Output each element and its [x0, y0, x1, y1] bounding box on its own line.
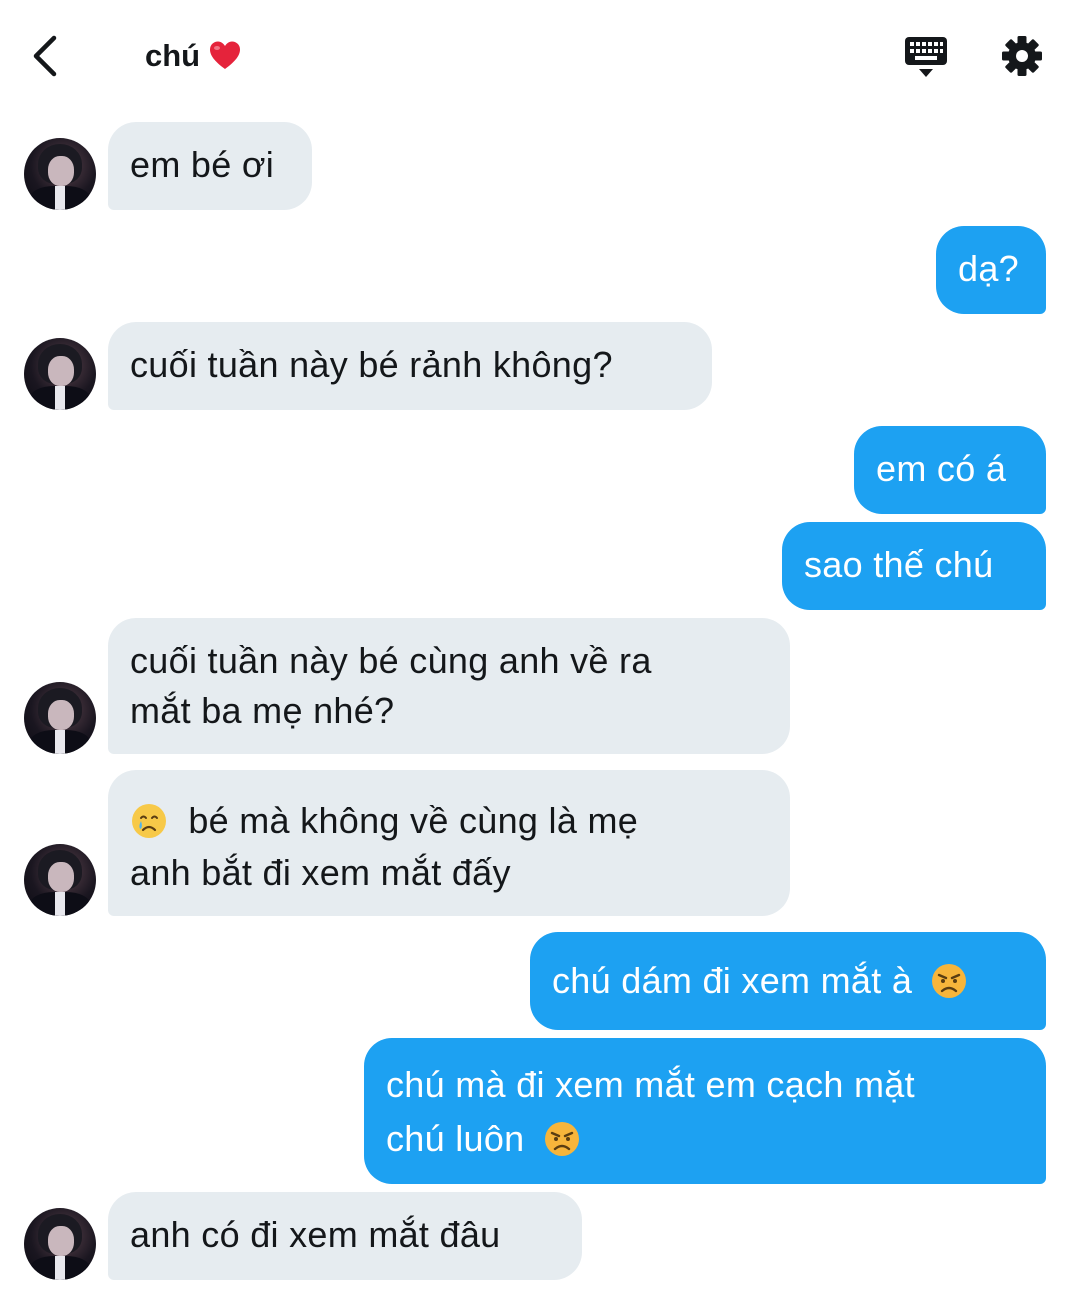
message-text-line: cuối tuần này bé cùng anh về ra	[130, 640, 652, 681]
contact-avatar[interactable]	[24, 844, 96, 916]
message-text: em có á	[876, 448, 1007, 489]
contact-avatar[interactable]	[24, 138, 96, 210]
message-bubble-incoming[interactable]: cuối tuần này bé cùng anh về ra mắt ba m…	[108, 618, 790, 754]
message-bubble-incoming[interactable]: cuối tuần này bé rảnh không?	[108, 322, 712, 410]
message-bubble-outgoing[interactable]: em có á	[854, 426, 1046, 514]
back-button[interactable]	[26, 32, 66, 80]
contact-avatar[interactable]	[24, 338, 96, 410]
message-bubble-incoming[interactable]: em bé ơi	[108, 122, 312, 210]
message-text: anh có đi xem mắt đâu	[130, 1214, 501, 1255]
contact-avatar[interactable]	[24, 682, 96, 754]
message-text-line: chú mà đi xem mắt em cạch mặt	[386, 1064, 915, 1105]
crying-face-emoji	[132, 804, 166, 838]
message-bubble-outgoing[interactable]: chú dám đi xem mắt à	[530, 932, 1046, 1030]
message-text: bé mà không về cùng là mẹ	[188, 800, 639, 841]
message-text-line: anh bắt đi xem mắt đấy	[130, 852, 511, 893]
settings-button[interactable]	[1000, 34, 1044, 78]
message-text: dạ?	[958, 248, 1019, 289]
message-bubble-incoming[interactable]: anh có đi xem mắt đâu	[108, 1192, 582, 1280]
red-heart-icon	[210, 41, 241, 69]
angry-face-emoji	[932, 964, 967, 998]
gear-icon	[1002, 36, 1042, 76]
contact-name: chú	[145, 38, 201, 73]
message-bubble-outgoing[interactable]: chú mà đi xem mắt em cạch mặt chú luôn	[364, 1038, 1046, 1184]
message-text: chú luôn	[386, 1118, 525, 1159]
contact-avatar[interactable]	[24, 1208, 96, 1280]
message-text-line: chú luôn	[386, 1114, 1024, 1164]
chevron-left-icon	[33, 35, 57, 77]
message-text-line: mắt ba mẹ nhé?	[130, 690, 395, 731]
angry-face-emoji	[544, 1122, 579, 1156]
message-text-line: bé mà không về cùng là mẹ	[130, 796, 768, 846]
message-bubble-outgoing[interactable]: dạ?	[936, 226, 1046, 314]
keyboard-button[interactable]	[903, 34, 949, 80]
message-text: cuối tuần này bé rảnh không?	[130, 344, 613, 385]
chat-header: chú	[0, 0, 1070, 110]
contact-title[interactable]: chú	[145, 38, 242, 74]
message-text: chú dám đi xem mắt à	[552, 960, 913, 1001]
keyboard-icon	[905, 37, 947, 77]
message-text: em bé ơi	[130, 144, 275, 185]
message-text: sao thế chú	[804, 544, 994, 585]
message-bubble-incoming[interactable]: bé mà không về cùng là mẹ anh bắt đi xem…	[108, 770, 790, 916]
message-bubble-outgoing[interactable]: sao thế chú	[782, 522, 1046, 610]
